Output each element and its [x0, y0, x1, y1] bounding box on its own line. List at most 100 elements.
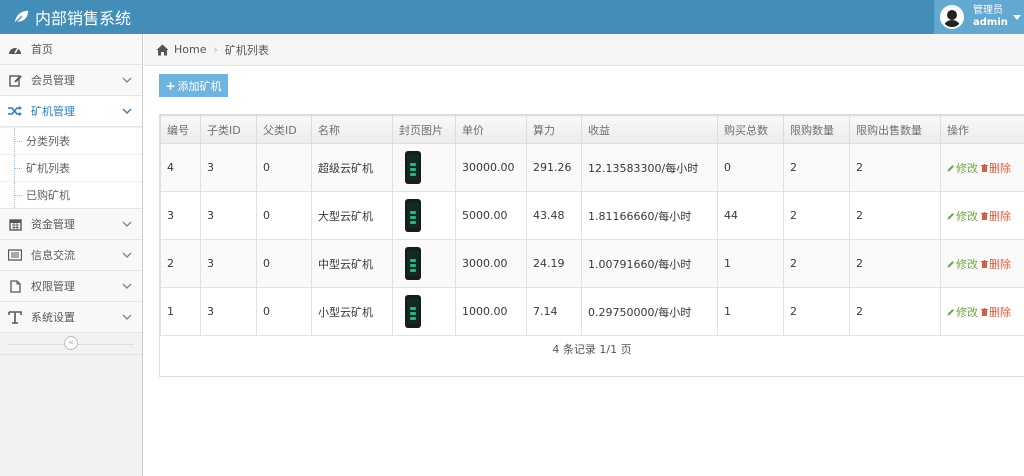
avatar: [940, 5, 964, 29]
edit-label: 修改: [956, 161, 978, 175]
trash-icon: [981, 259, 988, 268]
double-chevron-left-icon[interactable]: «: [64, 336, 78, 350]
cell-price: 30000.00: [455, 143, 527, 192]
edit-label: 修改: [956, 305, 978, 319]
trash-icon: [981, 163, 988, 172]
sidebar-item-miners[interactable]: 矿机管理: [0, 96, 142, 127]
column-header[interactable]: 子类ID: [200, 115, 257, 144]
sidebar-item-label: 信息交流: [31, 249, 75, 262]
chevron-down-icon: [122, 221, 132, 227]
miner-table-container: 编号 子类ID 父类ID 名称 封页图片 单价 算力 收益 购买总数 限购数量 …: [159, 114, 1024, 377]
sidebar-item-home[interactable]: 首页: [0, 34, 142, 65]
user-role: 管理员: [973, 5, 1003, 16]
sidebar-item-members[interactable]: 会员管理: [0, 65, 142, 96]
column-header[interactable]: 封页图片: [392, 115, 456, 144]
sidebar-item-messages[interactable]: 信息交流: [0, 240, 142, 271]
column-header[interactable]: 收益: [581, 115, 718, 144]
sidebar-item-funds[interactable]: 资金管理: [0, 209, 142, 240]
delete-link[interactable]: 删除: [981, 306, 1011, 319]
actions-cell: 修改 删除: [940, 239, 1024, 288]
cell-sell-limit: 2: [849, 239, 941, 288]
chevron-down-icon: [122, 283, 132, 289]
sidebar-item-label: 权限管理: [31, 280, 75, 293]
cell-limit: 2: [783, 143, 850, 192]
dashboard-icon: [8, 42, 22, 56]
user-name: admin: [973, 17, 1008, 28]
submenu-item[interactable]: 已购矿机: [0, 181, 142, 208]
delete-label: 删除: [989, 209, 1011, 223]
submenu-item[interactable]: 分类列表: [0, 127, 142, 154]
column-header[interactable]: 单价: [455, 115, 527, 144]
cell-parent-id: 0: [256, 287, 312, 336]
table-header-row: 编号 子类ID 父类ID 名称 封页图片 单价 算力 收益 购买总数 限购数量 …: [160, 115, 1024, 144]
cell-sell-limit: 2: [849, 143, 941, 192]
cell-sub-id: 3: [200, 143, 257, 192]
column-header[interactable]: 编号: [160, 115, 201, 144]
table-row: 3 3 0 大型云矿机 5000.00 43.48 1.81166660/每小时 44 2 2 修改…: [160, 191, 1024, 240]
cell-id: 1: [160, 287, 201, 336]
column-header: 操作: [940, 115, 1024, 144]
brand[interactable]: 内部销售系统: [12, 0, 131, 34]
main-content: Home › 矿机列表 + 添加矿机 编号 子类ID 父类ID 名称 封页图片 …: [144, 34, 1024, 476]
cell-sub-id: 3: [200, 191, 257, 240]
column-header[interactable]: 父类ID: [256, 115, 312, 144]
edit-link[interactable]: 修改: [947, 210, 978, 223]
submenu-item[interactable]: 矿机列表: [0, 154, 142, 181]
random-icon: [8, 104, 22, 118]
edit-label: 修改: [956, 257, 978, 271]
cell-name: 小型云矿机: [311, 287, 393, 336]
cell-name: 大型云矿机: [311, 191, 393, 240]
cell-limit: 2: [783, 239, 850, 288]
add-miner-button[interactable]: + 添加矿机: [159, 74, 228, 97]
caret-down-icon: [1013, 15, 1021, 20]
text-icon: [8, 310, 22, 324]
cell-id: 4: [160, 143, 201, 192]
edit-link[interactable]: 修改: [947, 162, 978, 175]
cell-power: 24.19: [526, 239, 582, 288]
sidebar: 首页 会员管理 矿机管理 分类列表 矿机列表 已购矿机 资金管理 信息交流 权限…: [0, 34, 143, 476]
column-header[interactable]: 限购出售数量: [849, 115, 941, 144]
app-title: 内部销售系统: [35, 9, 132, 28]
chevron-down-icon: [122, 314, 132, 320]
cover-image-cell: [392, 191, 456, 240]
list-icon: [8, 248, 22, 262]
cell-income: 1.00791660/每小时: [581, 239, 718, 288]
cover-image-cell: [392, 143, 456, 192]
column-header[interactable]: 名称: [311, 115, 393, 144]
delete-link[interactable]: 删除: [981, 258, 1011, 271]
edit-link[interactable]: 修改: [947, 306, 978, 319]
actions-cell: 修改 删除: [940, 191, 1024, 240]
sidebar-item-settings[interactable]: 系统设置: [0, 302, 142, 333]
delete-label: 删除: [989, 257, 1011, 271]
edit-link[interactable]: 修改: [947, 258, 978, 271]
column-header[interactable]: 算力: [526, 115, 582, 144]
cell-total: 44: [717, 191, 784, 240]
chevron-down-icon: [122, 252, 132, 258]
sidebar-item-label: 矿机管理: [31, 105, 75, 118]
sidebar-item-label: 资金管理: [31, 218, 75, 231]
edit-label: 修改: [956, 209, 978, 223]
cell-limit: 2: [783, 287, 850, 336]
chevron-down-icon: [122, 77, 132, 83]
column-header[interactable]: 购买总数: [717, 115, 784, 144]
miners-submenu: 分类列表 矿机列表 已购矿机: [0, 127, 142, 209]
cell-power: 291.26: [526, 143, 582, 192]
breadcrumb-home[interactable]: Home: [174, 43, 206, 56]
cell-name: 超级云矿机: [311, 143, 393, 192]
cell-income: 12.13583300/每小时: [581, 143, 718, 192]
column-header[interactable]: 限购数量: [783, 115, 850, 144]
phone-thumbnail: [405, 295, 421, 328]
table-row: 4 3 0 超级云矿机 30000.00 291.26 12.13583300/每小时 0 2 2…: [160, 143, 1024, 192]
delete-link[interactable]: 删除: [981, 162, 1011, 175]
cell-id: 3: [160, 191, 201, 240]
add-miner-label: 添加矿机: [177, 79, 222, 93]
cell-sell-limit: 2: [849, 191, 941, 240]
cell-power: 7.14: [526, 287, 582, 336]
user-menu[interactable]: 管理员 admin: [934, 0, 1024, 34]
breadcrumb-separator: ›: [213, 43, 218, 56]
cell-power: 43.48: [526, 191, 582, 240]
sidebar-item-permissions[interactable]: 权限管理: [0, 271, 142, 302]
cell-parent-id: 0: [256, 191, 312, 240]
delete-link[interactable]: 删除: [981, 210, 1011, 223]
cell-id: 2: [160, 239, 201, 288]
